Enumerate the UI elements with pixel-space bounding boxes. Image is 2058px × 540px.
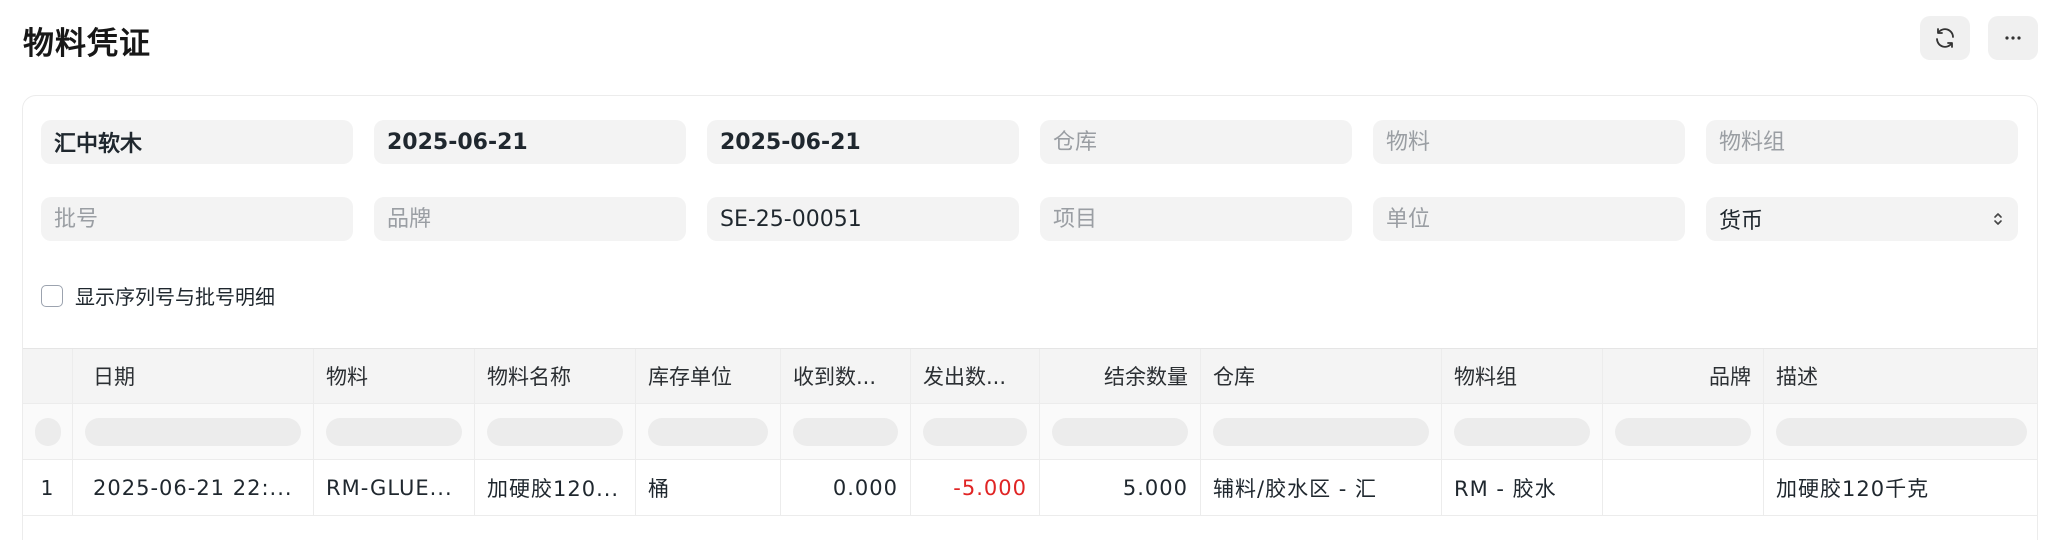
row-index-header — [23, 349, 73, 403]
to-date-field[interactable] — [707, 120, 1019, 164]
uom-field[interactable] — [1373, 197, 1685, 241]
cell-in-qty[interactable]: 0.000 — [781, 460, 911, 515]
from-date-field[interactable] — [374, 120, 686, 164]
brand-input[interactable] — [387, 206, 673, 232]
column-header-description[interactable]: 描述 — [1764, 349, 2037, 403]
report-card: 货币 显示序列号与批号明细 日期 物料 物料名称 库存单位 收到数... 发出数… — [22, 95, 2038, 540]
filter-description[interactable] — [1764, 404, 2037, 459]
filter-warehouse[interactable] — [1201, 404, 1442, 459]
filter-index-pill — [34, 417, 61, 446]
project-field[interactable] — [1040, 197, 1352, 241]
filter-item-group[interactable] — [1442, 404, 1603, 459]
item-group-input[interactable] — [1719, 129, 2005, 155]
cell-date[interactable]: 2025-06-21 22:... — [73, 460, 314, 515]
uom-input[interactable] — [1386, 206, 1672, 232]
cell-item[interactable]: RM-GLUE... — [314, 460, 475, 515]
show-serial-batch-option[interactable]: 显示序列号与批号明细 — [41, 281, 275, 310]
cell-stock-uom[interactable]: 桶 — [636, 460, 781, 515]
cell-item-group[interactable]: RM - 胶水 — [1442, 460, 1603, 515]
warehouse-input[interactable] — [1053, 129, 1339, 155]
column-header-brand[interactable]: 品牌 — [1603, 349, 1764, 403]
show-serial-batch-checkbox[interactable] — [41, 284, 63, 307]
item-group-field[interactable] — [1706, 120, 2018, 164]
cell-out-qty[interactable]: -5.000 — [911, 460, 1040, 515]
column-header-in-qty[interactable]: 收到数... — [781, 349, 911, 403]
brand-field[interactable] — [374, 197, 686, 241]
filter-stock-uom[interactable] — [636, 404, 781, 459]
more-button[interactable] — [1988, 16, 2038, 60]
filter-brand[interactable] — [1603, 404, 1764, 459]
column-header-balance-qty[interactable]: 结余数量 — [1040, 349, 1201, 403]
refresh-icon — [1936, 28, 1954, 48]
row-index: 1 — [23, 460, 73, 515]
filter-item-name[interactable] — [475, 404, 636, 459]
table-row[interactable]: 1 2025-06-21 22:... RM-GLUE... 加硬胶120...… — [23, 460, 2037, 516]
report-table: 日期 物料 物料名称 库存单位 收到数... 发出数... 结余数量 仓库 物料… — [23, 348, 2037, 516]
company-input[interactable] — [54, 129, 340, 155]
batch-no-field[interactable] — [41, 197, 353, 241]
filter-balance-qty[interactable] — [1040, 404, 1201, 459]
from-date-input[interactable] — [387, 129, 673, 155]
cell-brand[interactable] — [1603, 460, 1764, 515]
table-header-row: 日期 物料 物料名称 库存单位 收到数... 发出数... 结余数量 仓库 物料… — [23, 348, 2037, 404]
company-field[interactable] — [41, 120, 353, 164]
to-date-input[interactable] — [720, 129, 1006, 155]
project-input[interactable] — [1053, 206, 1339, 232]
chevron-up-down-icon — [1991, 208, 2005, 230]
filter-item[interactable] — [314, 404, 475, 459]
filter-out-qty[interactable] — [911, 404, 1040, 459]
filter-in-qty[interactable] — [781, 404, 911, 459]
more-horizontal-icon — [2005, 36, 2021, 40]
cell-balance-qty[interactable]: 5.000 — [1040, 460, 1201, 515]
cell-warehouse[interactable]: 辅料/胶水区 - 汇 — [1201, 460, 1442, 515]
page-title: 物料凭证 — [23, 26, 151, 62]
cell-item-name[interactable]: 加硬胶120... — [475, 460, 636, 515]
refresh-button[interactable] — [1920, 16, 1970, 60]
column-header-out-qty[interactable]: 发出数... — [911, 349, 1040, 403]
item-input[interactable] — [1386, 129, 1672, 155]
item-field[interactable] — [1373, 120, 1685, 164]
show-serial-batch-label: 显示序列号与批号明细 — [75, 285, 275, 309]
voucher-no-field[interactable] — [707, 197, 1019, 241]
currency-select-value: 货币 — [1719, 209, 1764, 234]
batch-no-input[interactable] — [54, 206, 340, 232]
column-header-warehouse[interactable]: 仓库 — [1201, 349, 1442, 403]
filter-date[interactable] — [73, 404, 314, 459]
column-header-item[interactable]: 物料 — [314, 349, 475, 403]
column-header-stock-uom[interactable]: 库存单位 — [636, 349, 781, 403]
currency-select[interactable]: 货币 — [1706, 197, 2018, 241]
voucher-no-input[interactable] — [720, 206, 1006, 232]
filter-index-cell — [23, 404, 73, 459]
column-header-date[interactable]: 日期 — [73, 349, 314, 403]
table-filter-row — [23, 404, 2037, 460]
warehouse-field[interactable] — [1040, 120, 1352, 164]
column-header-item-name[interactable]: 物料名称 — [475, 349, 636, 403]
cell-description[interactable]: 加硬胶120千克 — [1764, 460, 2037, 515]
column-header-item-group[interactable]: 物料组 — [1442, 349, 1603, 403]
